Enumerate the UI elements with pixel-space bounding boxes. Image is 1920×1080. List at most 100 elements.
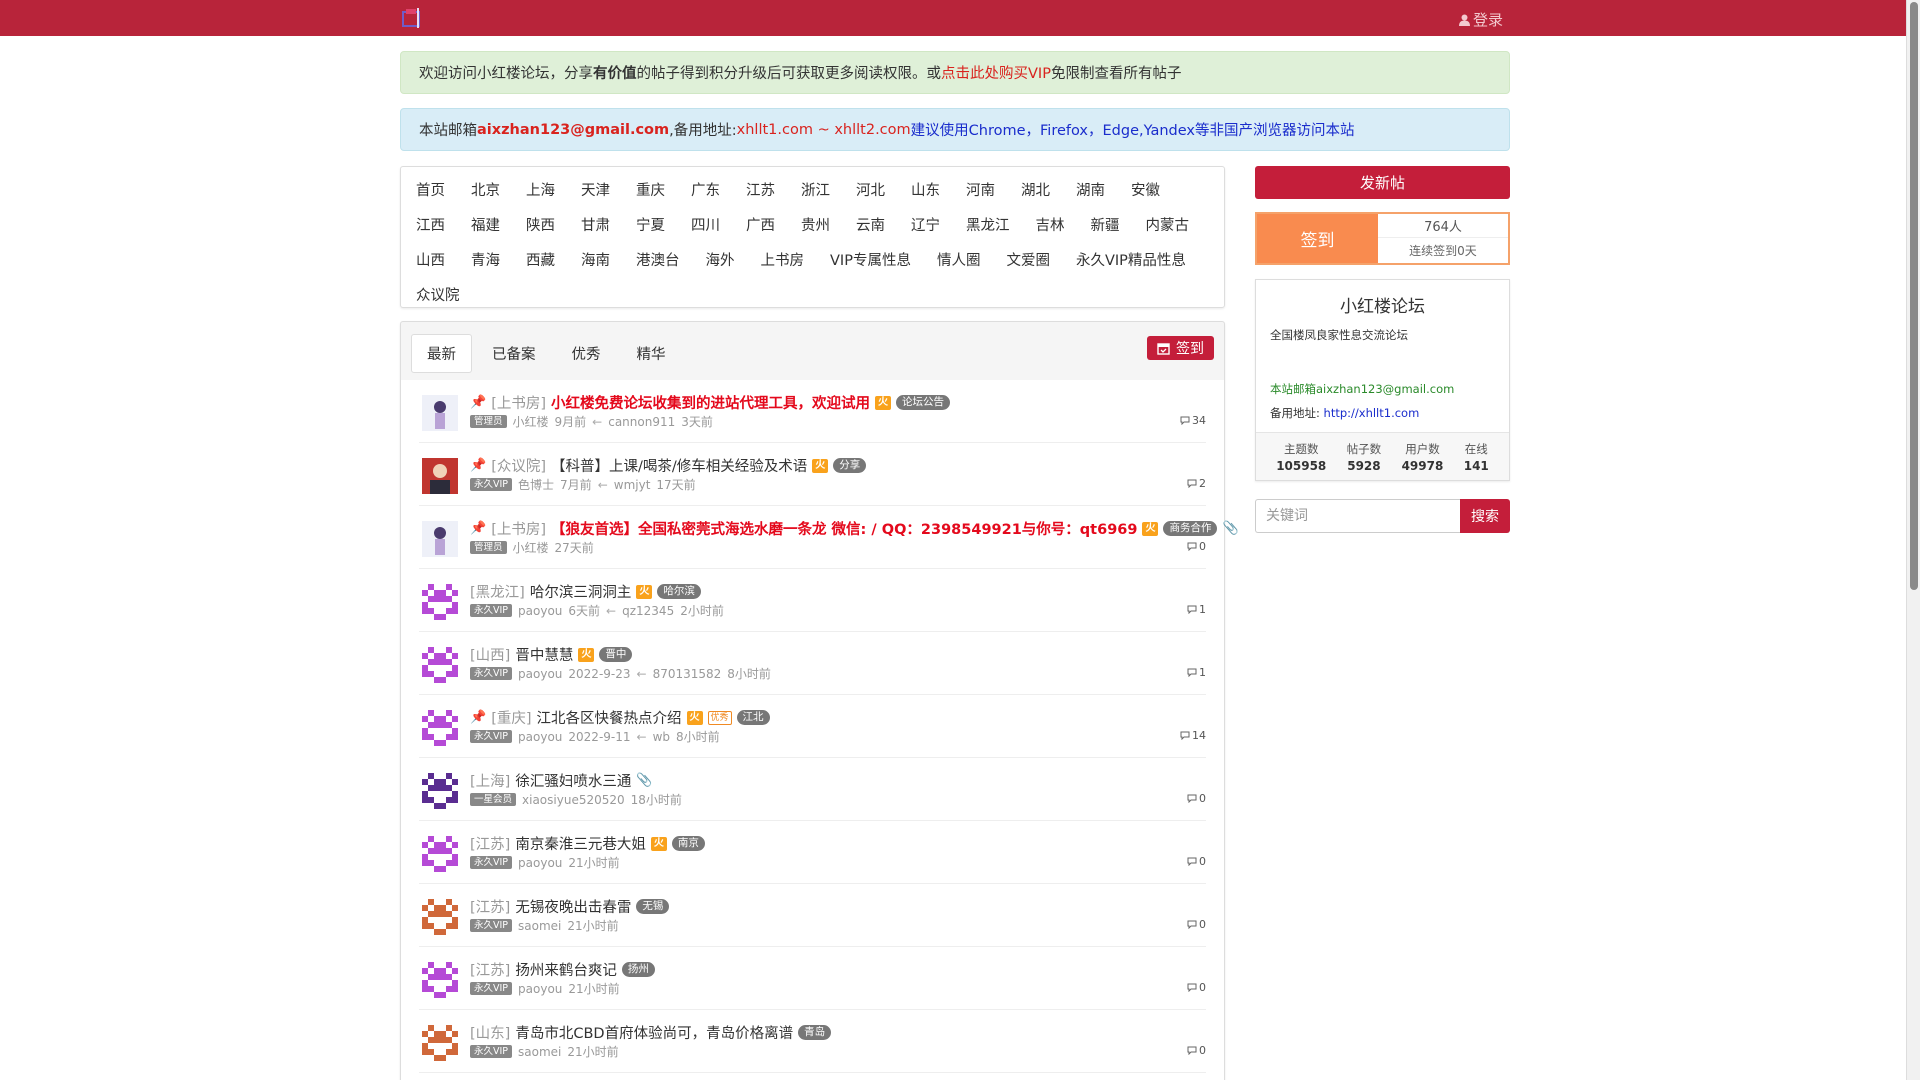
thread-author[interactable]: paoyou: [518, 856, 562, 870]
thread-title[interactable]: 晋中慧慧: [515, 644, 573, 665]
thread-tag[interactable]: 扬州: [621, 962, 655, 977]
thread-title[interactable]: 徐汇骚妇喷水三通: [515, 770, 631, 791]
thread-category[interactable]: [上书房]: [491, 518, 546, 539]
category-link[interactable]: 西藏: [526, 249, 555, 270]
thread-title[interactable]: 无锡夜晚出击春雷: [515, 896, 631, 917]
category-link[interactable]: 新疆: [1091, 214, 1120, 235]
thread-category[interactable]: [上海]: [470, 770, 510, 791]
thread-author[interactable]: saomei: [518, 1045, 561, 1059]
category-link[interactable]: 辽宁: [911, 214, 940, 235]
thread-title[interactable]: 哈尔滨三洞洞主: [530, 581, 632, 602]
page-scrollbar[interactable]: [1906, 0, 1920, 1080]
sign-in-button-small[interactable]: 签到: [1147, 336, 1214, 360]
thread-author[interactable]: saomei: [518, 919, 561, 933]
category-link[interactable]: 众议院: [416, 284, 460, 305]
category-link[interactable]: 海外: [706, 249, 735, 270]
avatar[interactable]: [422, 962, 458, 998]
thread-title[interactable]: 扬州来鹤台爽记: [515, 959, 617, 980]
category-link[interactable]: 永久VIP精品性息: [1076, 249, 1186, 270]
category-link[interactable]: 重庆: [636, 179, 665, 200]
avatar[interactable]: [422, 458, 458, 494]
last-reply-user[interactable]: wmjyt: [614, 478, 651, 492]
tab-excellent[interactable]: 优秀: [556, 334, 617, 373]
category-link[interactable]: 陕西: [526, 214, 555, 235]
thread-title[interactable]: 小红楼免费论坛收集到的进站代理工具，欢迎试用: [551, 392, 870, 413]
thread-author[interactable]: 色博士: [518, 476, 554, 493]
category-link[interactable]: 广东: [691, 179, 720, 200]
scrollbar-thumb[interactable]: [1910, 2, 1918, 590]
thread-category[interactable]: [黑龙江]: [470, 581, 525, 602]
avatar[interactable]: [422, 773, 458, 809]
category-link[interactable]: 海南: [581, 249, 610, 270]
thread-title[interactable]: 【科普】上课/喝茶/修车相关经验及术语: [551, 455, 807, 476]
category-link[interactable]: 甘肃: [581, 214, 610, 235]
avatar[interactable]: [422, 521, 458, 557]
category-link[interactable]: 上书房: [761, 249, 805, 270]
category-link[interactable]: 首页: [416, 179, 445, 200]
avatar[interactable]: [422, 584, 458, 620]
thread-tag[interactable]: 分享: [833, 458, 867, 473]
category-link[interactable]: 江西: [416, 214, 445, 235]
category-link[interactable]: 湖北: [1021, 179, 1050, 200]
thread-author[interactable]: 小红楼: [513, 413, 549, 430]
avatar[interactable]: [422, 899, 458, 935]
category-link[interactable]: 山西: [416, 249, 445, 270]
thread-title[interactable]: 南京秦淮三元巷大姐: [515, 833, 646, 854]
thread-category[interactable]: [重庆]: [491, 707, 531, 728]
thread-tag[interactable]: 哈尔滨: [657, 584, 701, 599]
last-reply-user[interactable]: qz12345: [622, 604, 674, 618]
category-link[interactable]: 福建: [471, 214, 500, 235]
category-link[interactable]: 山东: [911, 179, 940, 200]
thread-title[interactable]: 【狼友首选】全国私密莞式海选水磨一条龙 微信: / QQ：2398549921与…: [551, 518, 1137, 539]
category-link[interactable]: 安徽: [1131, 179, 1160, 200]
category-link[interactable]: 江苏: [746, 179, 775, 200]
last-reply-user[interactable]: cannon911: [608, 415, 675, 429]
search-button[interactable]: 搜索: [1460, 499, 1510, 533]
avatar[interactable]: [422, 1025, 458, 1061]
thread-category[interactable]: [上书房]: [491, 392, 546, 413]
thread-title[interactable]: 江北各区快餐热点介绍: [537, 707, 682, 728]
category-link[interactable]: 天津: [581, 179, 610, 200]
last-reply-user[interactable]: wb: [653, 730, 670, 744]
category-link[interactable]: 上海: [526, 179, 555, 200]
category-link[interactable]: 河南: [966, 179, 995, 200]
login-link[interactable]: 登录: [1459, 9, 1503, 30]
category-link[interactable]: 宁夏: [636, 214, 665, 235]
avatar[interactable]: [422, 395, 458, 431]
thread-author[interactable]: paoyou: [518, 604, 562, 618]
category-link[interactable]: 吉林: [1036, 214, 1065, 235]
category-link[interactable]: 浙江: [801, 179, 830, 200]
category-link[interactable]: 黑龙江: [966, 214, 1010, 235]
category-link[interactable]: 云南: [856, 214, 885, 235]
thread-author[interactable]: 小红楼: [513, 539, 549, 556]
category-link[interactable]: 文爱圈: [1006, 249, 1050, 270]
category-link[interactable]: 河北: [856, 179, 885, 200]
category-link[interactable]: VIP专属性息: [830, 249, 911, 270]
thread-category[interactable]: [江苏]: [470, 896, 510, 917]
category-link[interactable]: 情人圈: [937, 249, 981, 270]
category-link[interactable]: 四川: [691, 214, 720, 235]
thread-tag[interactable]: 商务合作: [1163, 521, 1218, 536]
thread-title[interactable]: 青岛市北CBD首府体验尚可，青岛价格离谱: [515, 1022, 793, 1043]
thread-author[interactable]: paoyou: [518, 730, 562, 744]
thread-tag[interactable]: 青岛: [798, 1025, 832, 1040]
category-link[interactable]: 广西: [746, 214, 775, 235]
new-post-button[interactable]: 发新帖: [1255, 166, 1510, 199]
thread-tag[interactable]: 论坛公告: [896, 395, 951, 410]
thread-category[interactable]: [江苏]: [470, 833, 510, 854]
thread-author[interactable]: paoyou: [518, 982, 562, 996]
last-reply-user[interactable]: 870131582: [653, 667, 722, 681]
thread-category[interactable]: [山西]: [470, 644, 510, 665]
thread-category[interactable]: [江苏]: [470, 959, 510, 980]
category-link[interactable]: 港澳台: [636, 249, 680, 270]
forum-logo-icon[interactable]: [400, 6, 424, 30]
sign-in-button[interactable]: 签到: [1257, 214, 1378, 263]
backup-url-link[interactable]: http://xhllt1.com: [1324, 406, 1420, 420]
thread-tag[interactable]: 南京: [671, 836, 705, 851]
category-link[interactable]: 湖南: [1076, 179, 1105, 200]
thread-tag[interactable]: 晋中: [599, 647, 633, 662]
avatar[interactable]: [422, 836, 458, 872]
category-link[interactable]: 贵州: [801, 214, 830, 235]
buy-vip-link[interactable]: 点击此处购买VIP: [941, 62, 1051, 83]
backup-domains[interactable]: xhllt1.com ~ xhllt2.com: [737, 122, 911, 138]
